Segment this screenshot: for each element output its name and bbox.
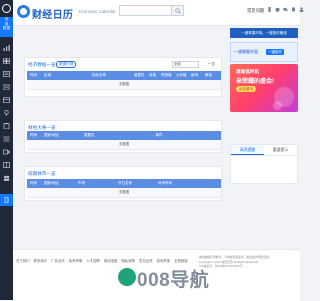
column-header: 影响 xyxy=(191,73,198,77)
sidebar-item-all-data[interactable]: 全 部 数据 xyxy=(0,17,13,37)
filter-select[interactable]: 全部 xyxy=(172,61,199,68)
column-header: 时间 xyxy=(30,181,37,185)
column-header: 解读 xyxy=(205,73,212,77)
holiday-closures-card: 假期休市一览 时间 国家/地区 市场 节日名称 休市时间 无数据 xyxy=(24,166,222,201)
watermark-logo-icon xyxy=(118,268,136,286)
chart-icon[interactable] xyxy=(3,45,10,51)
empty-row: 无数据 xyxy=(27,140,221,150)
column-header: 休市时间 xyxy=(158,181,172,185)
empty-row: 无数据 xyxy=(27,80,221,90)
group-icon[interactable] xyxy=(3,175,10,181)
column-header: 时间 xyxy=(30,73,37,77)
column-header: 市场 xyxy=(78,181,85,185)
footer-link[interactable]: 广告合作 xyxy=(51,258,65,263)
header: 财经日历 Economic Calendar 常见问题 xyxy=(13,0,304,26)
footer-link[interactable]: 意见反馈 xyxy=(139,258,153,263)
header-icons xyxy=(267,7,304,13)
footer-links: 关于我们 联系我们 广告合作 免责声明 人才招聘 网站地图 隐私政策 意见反馈 … xyxy=(16,258,188,263)
ad-cta-button[interactable]: 点击参与 xyxy=(236,86,257,92)
table-header: 时间 国家/地区 重要性 事件 xyxy=(27,131,221,140)
tab-row: 高亮提醒 重要提示 xyxy=(231,145,297,156)
search-button[interactable] xyxy=(171,6,183,15)
column-header: 区域 xyxy=(44,73,51,77)
grid-icon[interactable] xyxy=(3,58,10,64)
tab-panel: 高亮提醒 重要提示 xyxy=(230,144,298,184)
search-input[interactable] xyxy=(119,5,184,16)
book-icon[interactable] xyxy=(3,162,10,168)
ad-line1: 涌高低时机 xyxy=(236,69,259,74)
promo-card[interactable]: 一键掌握牢固 一键操作 xyxy=(230,42,298,62)
user-icon[interactable] xyxy=(299,7,304,12)
location-icon[interactable] xyxy=(3,110,10,116)
news-icon[interactable] xyxy=(3,71,10,77)
footer-link[interactable]: 投诉举报 xyxy=(157,258,171,263)
wechat-icon[interactable] xyxy=(283,7,288,12)
column-header: 重要性 xyxy=(84,133,95,137)
footer-link[interactable]: 人才招聘 xyxy=(86,258,100,263)
column-header: 指标名称 xyxy=(92,73,106,77)
footer-link[interactable]: 网站地图 xyxy=(104,258,118,263)
video-icon[interactable] xyxy=(3,149,10,155)
ad-banner[interactable]: 涌高低时机 来荣耀的盛会! 点击参与 xyxy=(230,64,298,112)
tab-important[interactable]: 重要提示 xyxy=(264,145,297,155)
promo-text: 一键掌握牢固 xyxy=(234,49,258,54)
logo-icon[interactable] xyxy=(17,5,30,18)
list-icon[interactable] xyxy=(3,136,10,142)
footer-icp[interactable]: ICP备案号：沪ICP备XXXXXXXX号 xyxy=(199,264,299,269)
tab-highlight[interactable]: 高亮提醒 xyxy=(231,145,264,155)
promo-banner[interactable]: 一键掌握市场，一键操作赚钱 xyxy=(230,28,298,38)
footer-link[interactable]: 关于我们 xyxy=(16,258,30,263)
section-title: 假期休市一览 xyxy=(28,171,56,176)
column-header: 公布值 xyxy=(176,73,187,77)
empty-row: 无数据 xyxy=(27,188,221,198)
calendar-icon[interactable] xyxy=(3,97,10,103)
ad-line2: 来荣耀的盛会! xyxy=(236,79,274,85)
clipboard-icon[interactable] xyxy=(3,123,10,129)
faq-link[interactable]: 常见问题 xyxy=(247,8,264,14)
page-title[interactable]: 财经日历 xyxy=(32,6,73,21)
document-icon[interactable] xyxy=(3,84,10,90)
finance-events-card: 财经大事一览 时间 国家/地区 重要性 事件 无数据 xyxy=(24,120,222,153)
weibo-icon[interactable] xyxy=(275,7,280,12)
logo-icon[interactable] xyxy=(2,4,11,13)
column-header: 国家/地区 xyxy=(44,181,59,185)
section-title: 经济数据一览 xyxy=(28,62,56,67)
page-subtitle: Economic Calendar xyxy=(79,9,116,14)
economic-data-card: 经济数据一览 数据可视 全部 一览 时间 区域 指标名称 重要性 前值 预测值 … xyxy=(24,57,222,97)
table-header: 时间 区域 指标名称 重要性 前值 预测值 公布值 影响 解读 xyxy=(27,71,221,80)
footer-link[interactable]: 免责声明 xyxy=(69,258,83,263)
search-icon xyxy=(174,7,181,14)
decorative-circle xyxy=(273,101,282,110)
sidebar-item-label: 数据 xyxy=(2,26,11,31)
column-header: 事件 xyxy=(155,133,163,137)
qq-icon[interactable] xyxy=(291,7,296,12)
table-header: 时间 国家/地区 市场 节日名称 休市时间 xyxy=(27,179,221,188)
footer-link[interactable]: 友情链接 xyxy=(174,258,188,263)
column-header: 前值 xyxy=(149,73,156,77)
watermark-text: 008导航 xyxy=(137,270,210,291)
column-header: 时间 xyxy=(30,133,37,137)
phone-icon[interactable] xyxy=(0,194,13,206)
visualize-button[interactable]: 数据可视 xyxy=(56,61,77,68)
view-all-link[interactable]: 一览 xyxy=(208,62,215,67)
promo-button[interactable]: 一键操作 xyxy=(266,49,284,55)
left-rail: 全 部 数据 xyxy=(0,0,13,300)
column-header: 重要性 xyxy=(134,73,145,77)
phone-icon[interactable] xyxy=(267,7,272,12)
column-header: 国家/地区 xyxy=(44,133,59,137)
column-header: 节日名称 xyxy=(118,181,132,185)
footer-link[interactable]: 联系我们 xyxy=(34,258,48,263)
footer-info: 本站数据仅供参考，不构成投资建议，据此操作风险自担。 Copyright © 2… xyxy=(199,255,299,269)
footer-link[interactable]: 隐私政策 xyxy=(121,258,135,263)
column-header: 预测值 xyxy=(161,73,172,77)
